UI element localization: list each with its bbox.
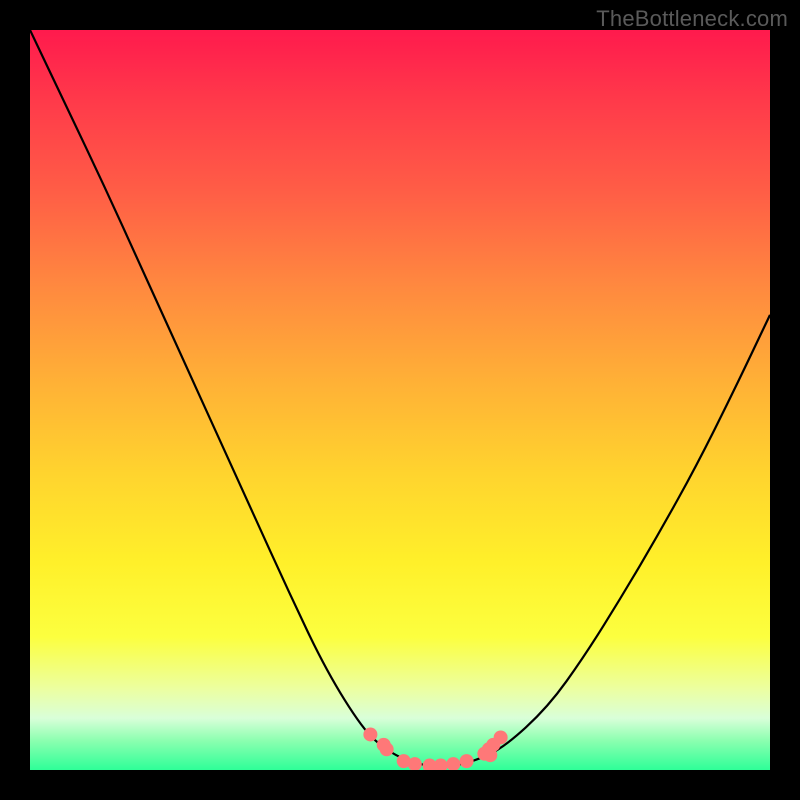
chart-frame: TheBottleneck.com	[0, 0, 800, 800]
attribution-text: TheBottleneck.com	[596, 6, 788, 32]
curve-dots	[363, 727, 507, 770]
curve-dot	[380, 742, 394, 756]
curve-dot	[446, 757, 460, 770]
plot-area	[30, 30, 770, 770]
curve-dot	[483, 748, 497, 762]
curve-dot	[434, 759, 448, 770]
curve-dot	[494, 730, 508, 744]
bottleneck-curve	[30, 30, 770, 766]
chart-svg	[30, 30, 770, 770]
curve-dot	[460, 754, 474, 768]
curve-dot	[363, 727, 377, 741]
